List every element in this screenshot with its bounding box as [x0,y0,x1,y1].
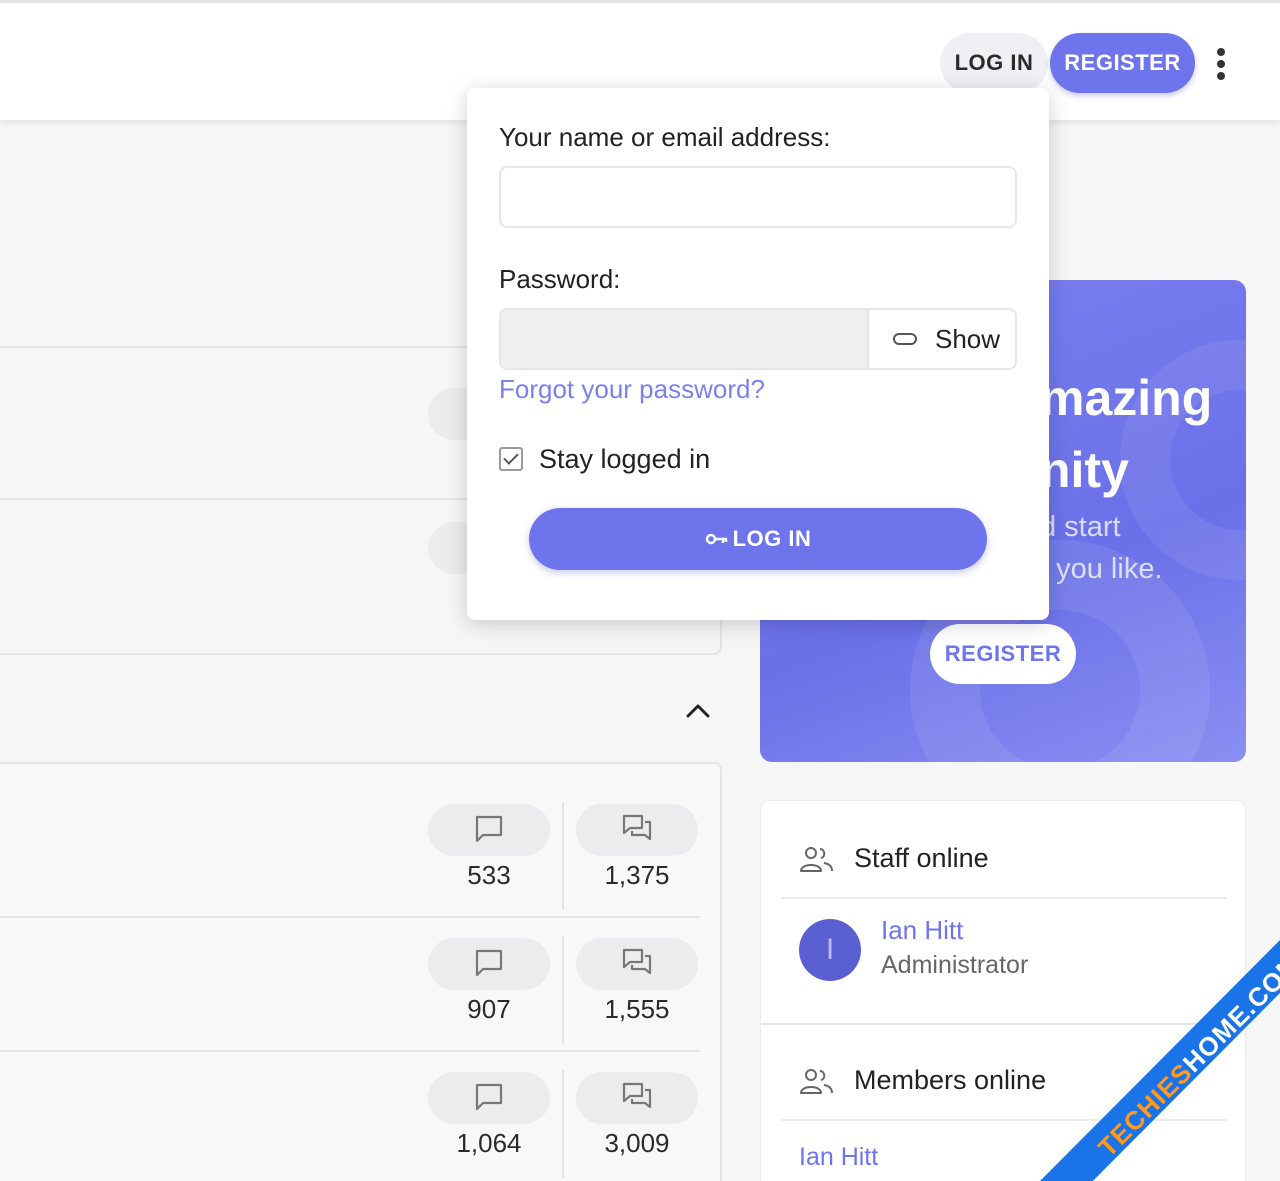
messages-count: 3,009 [604,1128,670,1158]
comments-icon [622,948,652,975]
banner-text: d start t you like. [1040,511,1163,585]
avatar[interactable]: I [799,919,861,981]
users-icon [800,1069,833,1094]
watermark-logo: TECHIESHOME.COM [1040,940,1280,1181]
comments-icon [622,1082,652,1109]
register-button[interactable]: REGISTER [1050,33,1195,93]
checkbox-checked-icon[interactable] [499,447,523,471]
stat-divider [562,936,564,1044]
comments-icon [622,814,652,841]
messages-stat: 1,555 [576,898,698,1032]
comment-icon [475,1083,503,1111]
banner-register-button[interactable]: REGISTER [930,624,1076,684]
member-link[interactable]: Ian Hitt [799,1143,878,1172]
eye-icon [893,333,917,345]
comment-icon [475,949,503,977]
chevron-up-icon[interactable] [684,700,712,722]
threads-count: 533 [467,860,511,890]
comment-icon [475,815,503,843]
messages-count: 1,555 [604,994,670,1024]
show-password-label: Show [935,323,1001,354]
forum-row[interactable]: 533 1,375 [0,764,700,910]
key-icon [705,533,727,545]
threads-stat: 533 [428,764,550,898]
watermark-band [1040,940,1280,1181]
password-field: Show [499,308,1017,370]
staff-member-link[interactable]: Ian Hitt [881,915,963,946]
users-icon [800,847,833,872]
threads-count: 1,064 [456,1128,522,1158]
forum-block: 533 1,375 907 1,555 1,064 3,009 [0,762,722,1181]
forum-row[interactable]: 1,064 3,009 [0,1032,700,1178]
stat-divider [562,1070,564,1178]
messages-count: 1,375 [604,860,670,890]
name-field-label: Your name or email address: [499,122,831,152]
staff-member-role: Administrator [881,951,1029,979]
login-button[interactable]: LOG IN [940,33,1048,93]
password-field-label: Password: [499,264,621,294]
name-email-input[interactable] [499,166,1017,228]
messages-stat: 3,009 [576,1032,698,1166]
staff-online-title: Staff online [854,843,989,873]
stay-logged-in-label: Stay logged in [539,443,711,474]
banner-heading: mazing nity [1040,370,1213,498]
login-submit-label: LOG IN [732,526,812,551]
more-menu-icon[interactable] [1207,43,1235,85]
divider [0,498,470,500]
threads-count: 907 [467,994,511,1024]
members-online-title: Members online [854,1065,1047,1095]
forgot-password-link[interactable]: Forgot your password? [499,374,765,405]
threads-stat: 1,064 [428,1032,550,1166]
show-password-button[interactable]: Show [871,310,1015,368]
divider [0,346,470,348]
threads-stat: 907 [428,898,550,1032]
forum-row[interactable]: 907 1,555 [0,898,700,1044]
login-popup: Your name or email address: Password: Sh… [467,88,1049,620]
stay-logged-in-checkbox[interactable]: Stay logged in [499,442,710,476]
stat-divider [562,802,564,910]
messages-stat: 1,375 [576,764,698,898]
login-submit-button[interactable]: LOG IN [529,508,987,570]
password-input[interactable] [501,310,869,368]
watermark-text: TECHIESHOME.COM [1092,947,1280,1163]
staff-online-header: Staff online [781,801,1227,899]
